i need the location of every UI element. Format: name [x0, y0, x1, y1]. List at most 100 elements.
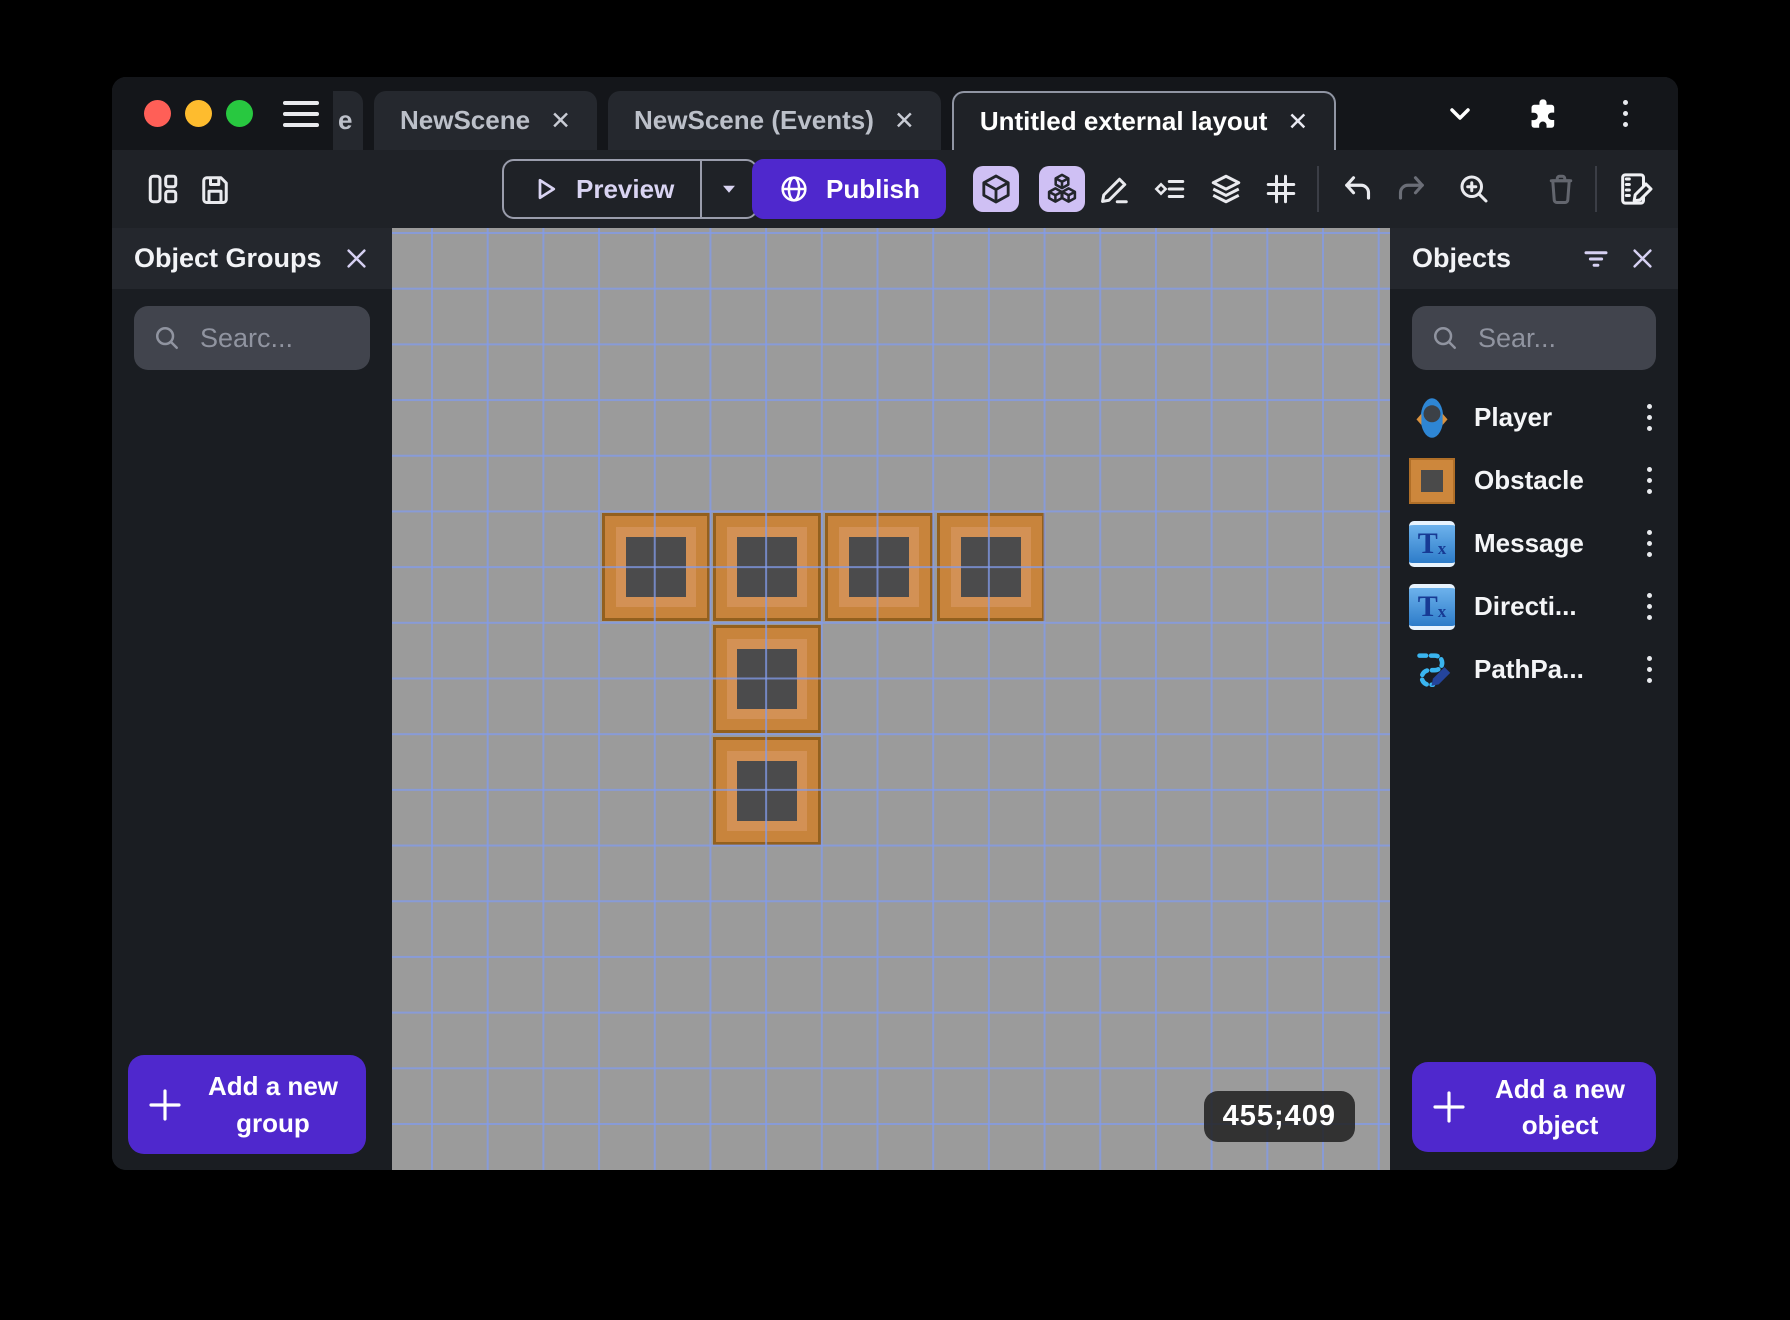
preview-split-button: Preview	[502, 159, 758, 219]
object-groups-title: Object Groups	[134, 243, 325, 274]
tab-label: Untitled external layout	[980, 106, 1268, 137]
objects-editor-toggle[interactable]	[973, 166, 1019, 212]
grid-icon[interactable]	[1263, 171, 1299, 207]
tab-label: NewScene (Events)	[634, 105, 874, 136]
path-object-icon	[1408, 646, 1456, 694]
object-name: PathPa...	[1474, 654, 1616, 685]
edit-pencil-icon[interactable]	[1097, 171, 1133, 207]
toolbar: Preview Publish	[112, 150, 1678, 228]
object-row-message[interactable]: Tx Message	[1390, 512, 1678, 575]
delete-icon[interactable]	[1543, 171, 1579, 207]
publish-label: Publish	[826, 174, 920, 205]
search-icon	[1430, 323, 1460, 353]
search-icon	[152, 323, 182, 353]
scene-canvas[interactable]: 455;409	[392, 228, 1390, 1170]
object-menu-icon[interactable]	[1634, 593, 1664, 620]
tab-e[interactable]: e	[333, 91, 363, 150]
preview-button[interactable]: Preview	[504, 161, 700, 217]
tab-label: NewScene	[400, 105, 530, 136]
object-menu-icon[interactable]	[1634, 404, 1664, 431]
object-menu-icon[interactable]	[1634, 656, 1664, 683]
add-object-button[interactable]: Add a newobject	[1412, 1062, 1656, 1152]
cubes-stack-icon	[1044, 171, 1080, 207]
instances-editor-toggle[interactable]	[1039, 166, 1085, 212]
objects-header: Objects	[1390, 228, 1678, 289]
text-object-icon: Tx	[1408, 583, 1456, 631]
layers-icon[interactable]	[1208, 171, 1244, 207]
player-object-icon	[1408, 394, 1456, 442]
filter-icon[interactable]	[1581, 244, 1611, 274]
object-groups-panel: Object Groups Searc... Add a newgroup	[112, 228, 392, 1170]
tabbar-right-controls	[1444, 97, 1640, 131]
object-name: Message	[1474, 528, 1616, 559]
edit-scene-events-icon[interactable]	[1616, 169, 1656, 209]
text-object-icon: Tx	[1408, 520, 1456, 568]
preview-label: Preview	[576, 174, 674, 205]
tab-newscene-events-[interactable]: NewScene (Events) ✕	[608, 91, 941, 150]
more-options-icon[interactable]	[1610, 100, 1640, 127]
obstacle-tile-instance[interactable]	[937, 513, 1045, 621]
obstacle-tile-instance[interactable]	[713, 625, 821, 733]
tab-close-icon[interactable]: ✕	[1287, 107, 1308, 137]
objects-panel: Objects Sear... PlayerObstacleTxMessageT…	[1390, 228, 1678, 1170]
preview-options-dropdown[interactable]	[700, 161, 756, 217]
obstacle-tile-instance[interactable]	[602, 513, 710, 621]
toolbar-divider	[1595, 166, 1597, 212]
toolbar-divider	[1317, 166, 1319, 212]
tab-newscene[interactable]: NewScene ✕	[374, 91, 597, 150]
object-name: Player	[1474, 402, 1616, 433]
group-search-input[interactable]: Searc...	[134, 306, 370, 370]
tab-strip: eNewScene✕NewScene (Events)✕Untitled ext…	[333, 77, 1428, 150]
group-search-placeholder: Searc...	[200, 323, 293, 354]
close-panel-icon[interactable]	[1629, 245, 1656, 272]
obstacle-tile-instance[interactable]	[713, 737, 821, 845]
play-icon	[530, 174, 560, 204]
object-menu-icon[interactable]	[1634, 467, 1664, 494]
close-window-button[interactable]	[144, 100, 171, 127]
extensions-puzzle-icon[interactable]	[1526, 97, 1560, 131]
zoom-window-button[interactable]	[226, 100, 253, 127]
undo-icon[interactable]	[1340, 171, 1376, 207]
obstacle-object-icon	[1408, 457, 1456, 505]
obstacle-tile-instance[interactable]	[825, 513, 933, 621]
tab-untitled-external-layout[interactable]: Untitled external layout ✕	[952, 91, 1336, 150]
object-search-placeholder: Sear...	[1478, 323, 1556, 354]
cube-3d-icon	[979, 172, 1013, 206]
add-group-label: Add a newgroup	[196, 1068, 350, 1141]
traffic-lights	[144, 100, 253, 127]
object-row-obstacle[interactable]: Obstacle	[1390, 449, 1678, 512]
plus-icon	[144, 1084, 186, 1126]
save-icon[interactable]	[197, 171, 233, 207]
cursor-coordinates-badge: 455;409	[1204, 1091, 1355, 1142]
instances-list-icon[interactable]	[1152, 171, 1188, 207]
redo-icon[interactable]	[1393, 171, 1429, 207]
minimize-window-button[interactable]	[185, 100, 212, 127]
add-group-button[interactable]: Add a newgroup	[128, 1055, 366, 1154]
object-menu-icon[interactable]	[1634, 530, 1664, 557]
tab-label: e	[338, 105, 352, 136]
close-panel-icon[interactable]	[343, 245, 370, 272]
publish-button[interactable]: Publish	[752, 159, 946, 219]
globe-icon	[778, 173, 810, 205]
app-window: eNewScene✕NewScene (Events)✕Untitled ext…	[112, 77, 1678, 1170]
object-row-player[interactable]: Player	[1390, 386, 1678, 449]
object-search-input[interactable]: Sear...	[1412, 306, 1656, 370]
objects-title: Objects	[1412, 243, 1563, 274]
project-manager-icon[interactable]	[145, 171, 181, 207]
obstacle-tile-instance[interactable]	[713, 513, 821, 621]
main-menu-icon[interactable]	[283, 101, 319, 127]
object-row-directi-[interactable]: Tx Directi...	[1390, 575, 1678, 638]
object-name: Directi...	[1474, 591, 1616, 622]
add-object-label: Add a newobject	[1480, 1071, 1640, 1144]
object-row-pathpa-[interactable]: PathPa...	[1390, 638, 1678, 701]
objects-list: Player Obstacle Tx Message Tx Directi... PathP…	[1390, 386, 1678, 701]
object-groups-header: Object Groups	[112, 228, 392, 289]
tab-close-icon[interactable]: ✕	[550, 106, 571, 136]
zoom-in-icon[interactable]	[1456, 171, 1492, 207]
caret-down-icon	[716, 176, 742, 202]
main-content: Object Groups Searc... Add a newgroup 45	[112, 228, 1678, 1170]
chevron-down-icon[interactable]	[1444, 98, 1476, 130]
tab-close-icon[interactable]: ✕	[894, 106, 915, 136]
tab-bar: eNewScene✕NewScene (Events)✕Untitled ext…	[112, 77, 1678, 150]
plus-icon	[1428, 1086, 1470, 1128]
